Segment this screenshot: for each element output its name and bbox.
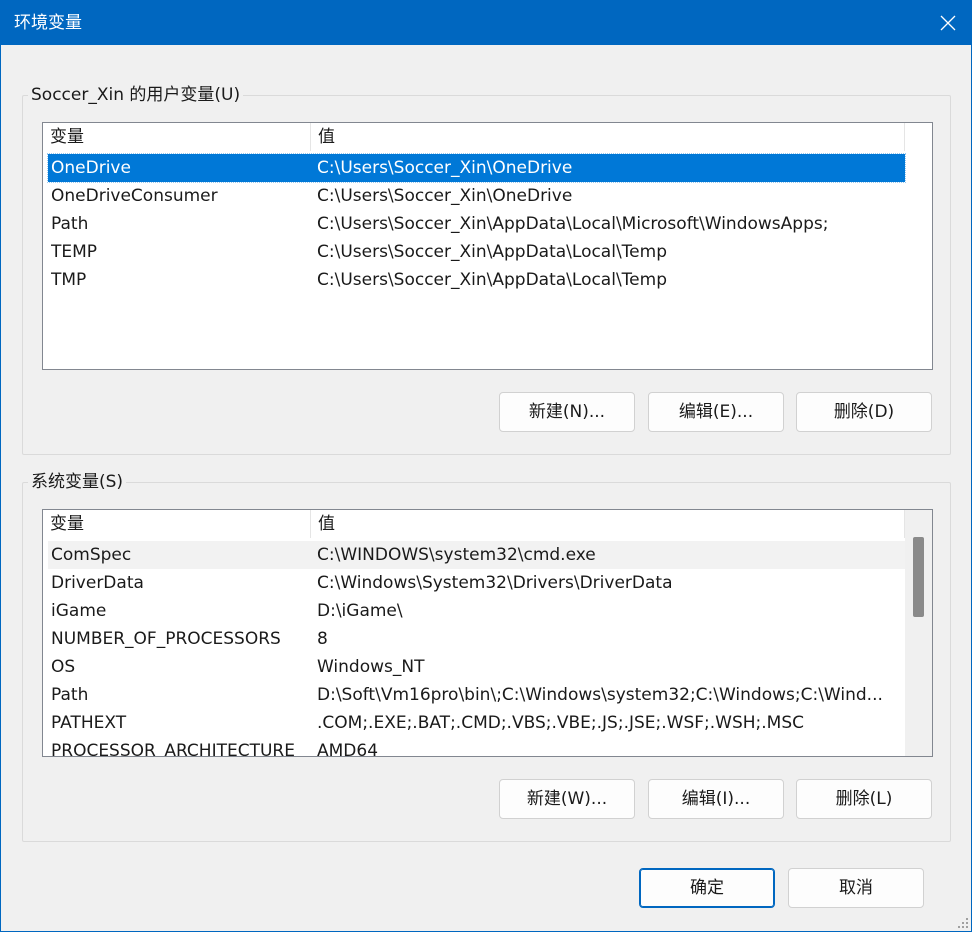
environment-variables-dialog: 环境变量 Soccer_Xin 的用户变量(U) 变量 值 OneDrive C… bbox=[0, 0, 972, 932]
table-row[interactable]: DriverData C:\Windows\System32\Drivers\D… bbox=[48, 569, 905, 597]
table-row[interactable]: TEMP C:\Users\Soccer_Xin\AppData\Local\T… bbox=[48, 238, 905, 266]
table-row[interactable]: Path D:\Soft\Vm16pro\bin\;C:\Windows\sys… bbox=[48, 681, 905, 709]
table-row[interactable]: Path C:\Users\Soccer_Xin\AppData\Local\M… bbox=[48, 210, 905, 238]
table-row[interactable]: TMP C:\Users\Soccer_Xin\AppData\Local\Te… bbox=[48, 266, 905, 294]
table-row[interactable]: iGame D:\iGame\ bbox=[48, 597, 905, 625]
table-row[interactable]: PROCESSOR_ARCHITECTURE AMD64 bbox=[48, 737, 905, 757]
variable-name: NUMBER_OF_PROCESSORS bbox=[51, 629, 281, 649]
variable-name: ComSpec bbox=[51, 545, 132, 565]
user-new-button[interactable]: 新建(N)... bbox=[499, 392, 635, 432]
close-icon bbox=[940, 15, 956, 31]
variable-name: PROCESSOR_ARCHITECTURE bbox=[51, 741, 295, 757]
variable-value: D:\Soft\Vm16pro\bin\;C:\Windows\system32… bbox=[317, 685, 883, 705]
close-button[interactable] bbox=[925, 1, 971, 45]
variable-value: 8 bbox=[317, 629, 328, 649]
variable-name: PATHEXT bbox=[51, 713, 127, 733]
column-header-value[interactable]: 值 bbox=[311, 123, 905, 151]
variable-value: C:\Users\Soccer_Xin\AppData\Local\Temp bbox=[317, 270, 667, 290]
variable-value: C:\WINDOWS\system32\cmd.exe bbox=[317, 545, 596, 565]
variable-value: C:\Users\Soccer_Xin\OneDrive bbox=[317, 186, 573, 206]
table-row[interactable]: OS Windows_NT bbox=[48, 653, 905, 681]
window-title: 环境变量 bbox=[14, 13, 82, 33]
variable-name: Path bbox=[51, 214, 89, 234]
variable-name: DriverData bbox=[51, 573, 144, 593]
variable-value: C:\Users\Soccer_Xin\OneDrive bbox=[317, 158, 573, 178]
table-row[interactable]: NUMBER_OF_PROCESSORS 8 bbox=[48, 625, 905, 653]
list-header: 变量 值 bbox=[43, 510, 905, 538]
table-row[interactable]: OneDriveConsumer C:\Users\Soccer_Xin\One… bbox=[48, 182, 905, 210]
variable-value: D:\iGame\ bbox=[317, 601, 403, 621]
variable-value: Windows_NT bbox=[317, 657, 425, 677]
variable-value: C:\Windows\System32\Drivers\DriverData bbox=[317, 573, 673, 593]
variable-name: TMP bbox=[51, 270, 87, 290]
column-header-variable[interactable]: 变量 bbox=[43, 123, 311, 151]
vertical-scrollbar[interactable] bbox=[905, 510, 932, 756]
variable-value: .COM;.EXE;.BAT;.CMD;.VBS;.VBE;.JS;.JSE;.… bbox=[317, 713, 805, 733]
system-delete-button[interactable]: 删除(L) bbox=[796, 779, 932, 819]
variable-name: Path bbox=[51, 685, 89, 705]
system-edit-button[interactable]: 编辑(I)... bbox=[648, 779, 784, 819]
table-row[interactable]: ComSpec C:\WINDOWS\system32\cmd.exe bbox=[48, 541, 905, 569]
system-variables-list[interactable]: 变量 值 ComSpec C:\WINDOWS\system32\cmd.exe… bbox=[42, 509, 933, 757]
system-new-button[interactable]: 新建(W)... bbox=[499, 779, 635, 819]
column-header-value[interactable]: 值 bbox=[311, 510, 905, 538]
variable-name: OS bbox=[51, 657, 76, 677]
ok-button[interactable]: 确定 bbox=[639, 868, 775, 908]
variable-name: iGame bbox=[51, 601, 107, 621]
cancel-button[interactable]: 取消 bbox=[788, 868, 924, 908]
resize-grip-icon[interactable] bbox=[955, 915, 969, 929]
table-row[interactable]: OneDrive C:\Users\Soccer_Xin\OneDrive bbox=[47, 153, 906, 183]
user-delete-button[interactable]: 删除(D) bbox=[796, 392, 932, 432]
system-variables-label: 系统变量(S) bbox=[28, 471, 127, 493]
table-row[interactable]: PATHEXT .COM;.EXE;.BAT;.CMD;.VBS;.VBE;.J… bbox=[48, 709, 905, 737]
variable-name: OneDrive bbox=[51, 158, 131, 178]
variable-name: TEMP bbox=[51, 242, 98, 262]
variable-value: C:\Users\Soccer_Xin\AppData\Local\Micros… bbox=[317, 214, 829, 234]
column-header-variable[interactable]: 变量 bbox=[43, 510, 311, 538]
title-bar[interactable]: 环境变量 bbox=[1, 1, 971, 45]
scrollbar-thumb[interactable] bbox=[913, 537, 924, 617]
variable-name: OneDriveConsumer bbox=[51, 186, 218, 206]
user-edit-button[interactable]: 编辑(E)... bbox=[648, 392, 784, 432]
user-variables-label: Soccer_Xin 的用户变量(U) bbox=[28, 84, 244, 106]
variable-value: AMD64 bbox=[317, 741, 379, 757]
list-header: 变量 值 bbox=[43, 123, 905, 151]
user-variables-list[interactable]: 变量 值 OneDrive C:\Users\Soccer_Xin\OneDri… bbox=[42, 122, 933, 370]
variable-value: C:\Users\Soccer_Xin\AppData\Local\Temp bbox=[317, 242, 667, 262]
